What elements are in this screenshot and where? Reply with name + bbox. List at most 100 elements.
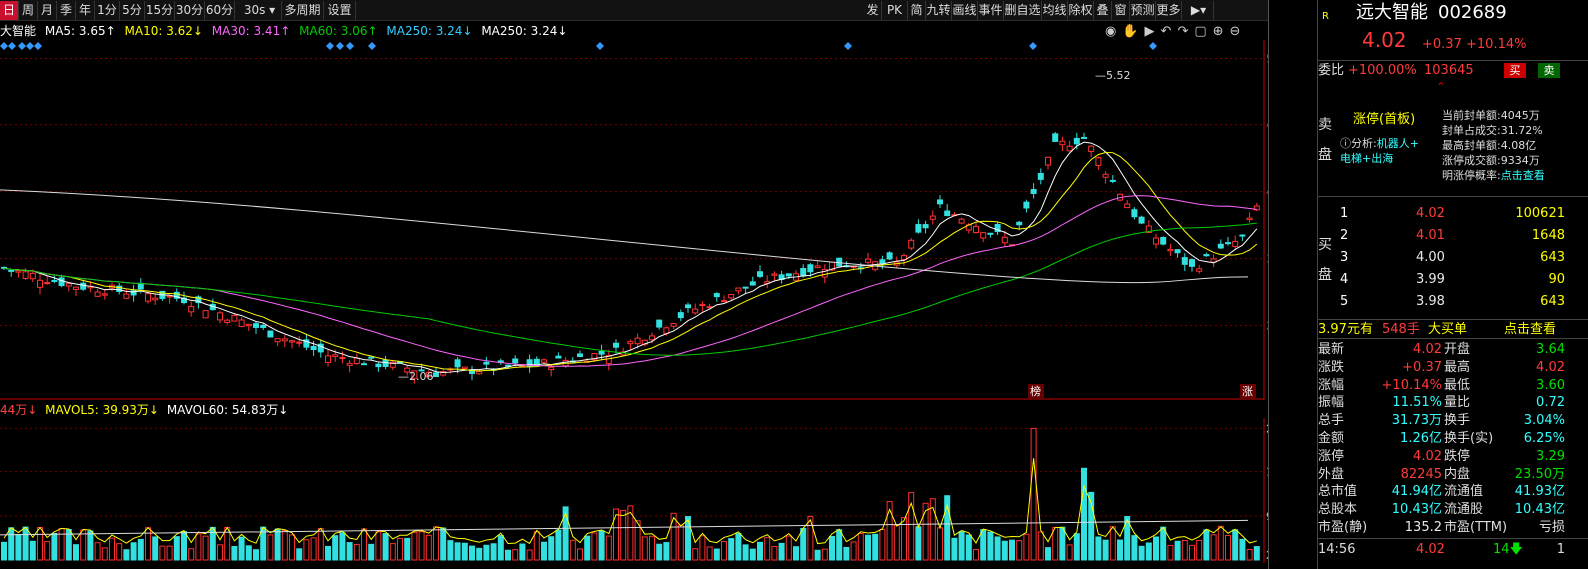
volume-bar <box>1246 549 1253 561</box>
stat-value-2: 亏损 <box>1538 520 1565 535</box>
interval-select[interactable]: 30s ▾ <box>238 1 282 20</box>
bid-qty: 100621 <box>1515 206 1565 221</box>
volume-bar <box>389 543 396 561</box>
candle-body <box>29 272 36 280</box>
volume-bar <box>857 533 864 561</box>
period-tab-3[interactable]: 季 <box>57 1 76 20</box>
volume-bar <box>44 541 51 561</box>
kline-chart[interactable]: 5.714.954.183.412.64—5.52—2.06榜涨 <box>0 40 1268 400</box>
stat-row: 振幅 11.51% 量比 0.72 <box>1318 394 1588 411</box>
volume-chart[interactable]: 27261830915X1000 <box>0 418 1268 563</box>
volume-bar <box>483 544 490 561</box>
volume-bar <box>267 534 274 561</box>
volume-bar <box>145 527 151 561</box>
analysis-tag-2[interactable]: 电梯+出海 <box>1340 152 1393 165</box>
volume-bar <box>577 548 583 561</box>
candle-body <box>1246 217 1253 221</box>
tool-8[interactable]: 除权 <box>1068 1 1094 20</box>
bid-level: 3 <box>1340 250 1349 265</box>
candle-body <box>202 310 209 319</box>
stat-value: 10.43亿 <box>1391 502 1442 518</box>
undo-icon[interactable]: ↶ <box>1161 24 1178 39</box>
period-tab-5[interactable]: 1分 <box>95 1 120 20</box>
tool-6[interactable]: 删自选 <box>1004 1 1042 20</box>
volume-bar <box>598 530 605 561</box>
period-tab-0[interactable]: 日 <box>0 1 19 20</box>
volume-bar <box>505 549 511 561</box>
period-tab-9[interactable]: 60分 <box>205 1 235 20</box>
candle-body <box>1095 157 1102 166</box>
tool-0[interactable]: 发 <box>864 1 882 20</box>
volume-bar <box>980 529 987 561</box>
collapse-arrow-icon[interactable]: ⌃ <box>1436 80 1446 94</box>
volume-bar <box>418 531 425 561</box>
volume-bar <box>469 545 475 561</box>
candle-body <box>15 270 22 273</box>
stat-value-2: 23.50万 <box>1514 466 1565 482</box>
sell-button[interactable]: 卖 <box>1538 63 1560 78</box>
candle-body <box>512 358 519 364</box>
multi-period-button[interactable]: 多周期 <box>282 1 324 20</box>
tool-12[interactable]: 更多 <box>1156 1 1182 20</box>
bang-tag: 榜 <box>1030 384 1041 398</box>
redo-icon[interactable]: ↷ <box>1177 24 1194 39</box>
period-tab-2[interactable]: 月 <box>38 1 57 20</box>
zoom-in-icon[interactable]: ⊕ <box>1213 24 1230 39</box>
volume-bar <box>785 535 792 561</box>
period-tab-8[interactable]: 30分 <box>175 1 205 20</box>
volume-bar <box>1009 539 1015 561</box>
candle-body <box>1131 209 1138 218</box>
analysis-tag-1[interactable]: 机器人+ <box>1377 137 1419 150</box>
volume-bar <box>865 534 871 561</box>
zoom-out-icon[interactable]: ⊖ <box>1230 24 1247 39</box>
candle-body <box>245 323 252 327</box>
limit-stat-value: 4.08亿 <box>1500 139 1537 152</box>
volume-bar <box>231 545 238 561</box>
volume-bar <box>512 549 519 561</box>
settings-button[interactable]: 设置 <box>324 1 356 20</box>
bid-row: 4 3.99 90 <box>1318 271 1588 288</box>
stat-value: 135.2 <box>1404 520 1442 535</box>
more-arrow-button[interactable]: ▶▾ <box>1184 1 1214 20</box>
volume-bar <box>238 536 245 561</box>
period-tab-4[interactable]: 年 <box>76 1 95 20</box>
tool-11[interactable]: 预测 <box>1130 1 1156 20</box>
stat-value: +0.37 <box>1402 359 1442 375</box>
tool-1[interactable]: PK <box>882 1 908 20</box>
buy-button[interactable]: 买 <box>1504 63 1526 78</box>
tool-2[interactable]: 简 <box>908 1 926 20</box>
tool-7[interactable]: 均线 <box>1042 1 1068 20</box>
tool-3[interactable]: 九转 <box>926 1 952 20</box>
hand-icon[interactable]: ✋ <box>1122 24 1144 39</box>
candle-body <box>1088 145 1095 152</box>
volume-bar <box>382 533 389 561</box>
period-tab-6[interactable]: 5分 <box>120 1 145 20</box>
stat-label-2: 换手 <box>1444 413 1471 429</box>
lock-icon[interactable]: ▢ <box>1194 24 1212 39</box>
stat-label: 金额 <box>1318 431 1345 446</box>
candle-body <box>692 308 699 314</box>
tool-9[interactable]: 叠 <box>1094 1 1112 20</box>
candle-body <box>238 319 245 327</box>
tool-5[interactable]: 事件 <box>978 1 1004 20</box>
stat-label: 总股本 <box>1318 502 1358 518</box>
period-tab-1[interactable]: 周 <box>19 1 38 20</box>
stat-label: 外盘 <box>1318 466 1345 482</box>
big-order-link[interactable]: 点击查看 <box>1504 320 1556 340</box>
tool-4[interactable]: 画线 <box>952 1 978 20</box>
volume-bar <box>490 543 497 561</box>
tool-10[interactable]: 窗 <box>1112 1 1130 20</box>
eye-icon[interactable]: ◉ <box>1105 24 1122 39</box>
volume-bar <box>821 548 828 561</box>
candle-body <box>598 350 605 355</box>
play-icon[interactable]: ▶ <box>1145 24 1161 39</box>
volume-bar <box>735 533 742 561</box>
period-tab-7[interactable]: 15分 <box>145 1 175 20</box>
volume-bar <box>37 526 43 561</box>
stat-value-2: 3.04% <box>1523 413 1565 429</box>
limit-stat-value[interactable]: 点击查看 <box>1501 169 1545 182</box>
last-price: 4.02 <box>1362 28 1407 52</box>
candle-body <box>1124 203 1131 209</box>
candle-body <box>533 358 540 366</box>
stat-label-2: 流通值 <box>1444 484 1484 500</box>
